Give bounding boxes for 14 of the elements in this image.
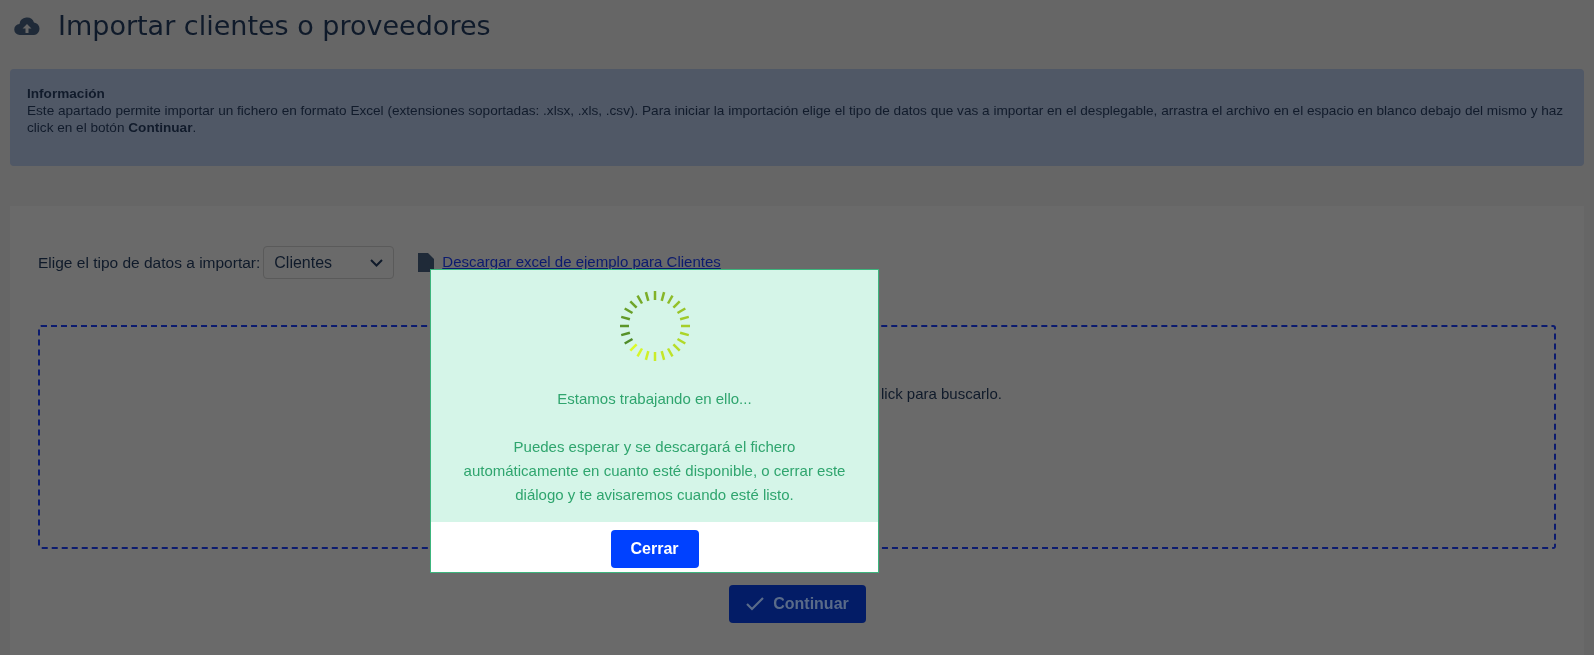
info-heading: Información (27, 85, 106, 102)
file-icon (418, 253, 435, 272)
field-label: Elige el tipo de datos a importar: (38, 252, 261, 273)
type-select[interactable]: Clientes (263, 246, 395, 279)
continue-button[interactable]: Continuar (728, 585, 866, 623)
close-button[interactable]: Cerrar (610, 530, 699, 568)
info-text: Este apartado permite importar un fichero en formato Excel (extensiones soportadas: .xlsx, .xls, .csv). Para iniciar la importación elige el tipo de datos que vas a importar en el desplegable, arrastra el archivo en el espacio en blanco debajo del mismo y haz click en el botón Continuar. (27, 102, 1565, 136)
page-title: Importar clientes o proveedores (58, 9, 491, 43)
dialog-text: Puedes esperar y se descargará el fichero automáticamente en cuanto esté disponible, o cerrar este diálogo y te avisaremos cuando esté listo. (462, 436, 847, 505)
dialog-message: Estamos trabajando en ello... (556, 389, 753, 409)
dropzone-text: lick para buscarlo. (881, 385, 1002, 402)
cloud-upload-icon (14, 16, 40, 36)
chevron-down-icon (370, 258, 384, 267)
check-icon (745, 596, 766, 612)
